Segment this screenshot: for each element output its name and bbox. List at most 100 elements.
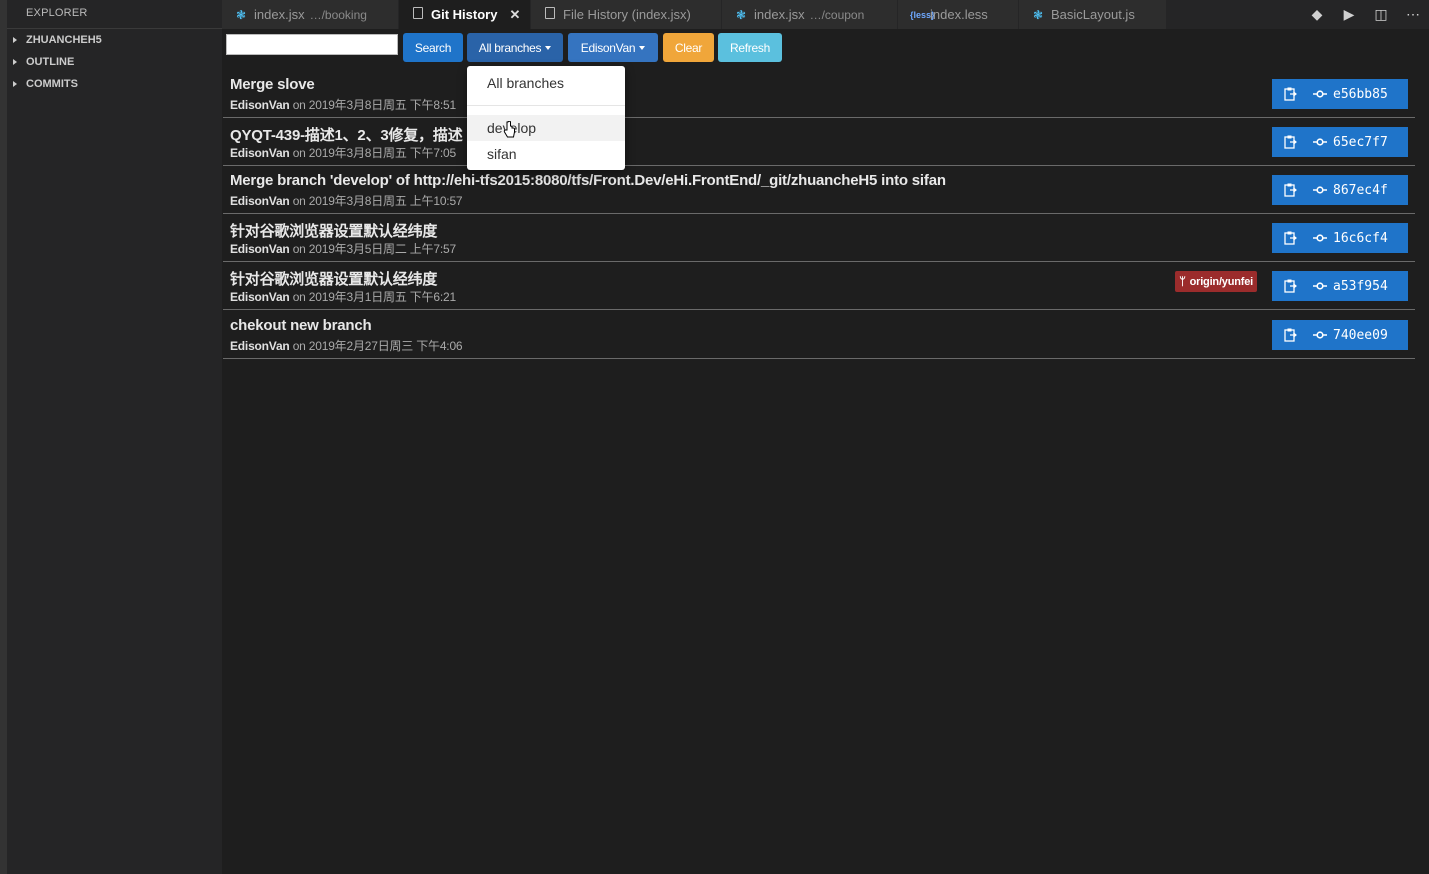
branch-select-label: All branches (478, 40, 542, 55)
commit-date: on 2019年3月5日周二 上午7:57 (292, 242, 456, 256)
tab-basiclayout-js[interactable]: ❃ BasicLayout.js (1019, 0, 1166, 29)
commit-row[interactable]: Merge slove EdisonVan on 2019年3月8日周五 下午8… (223, 70, 1415, 118)
tab-index-jsx-booking[interactable]: ❃ index.jsx …/booking (222, 0, 398, 29)
git-commit-icon (1313, 331, 1327, 339)
search-button[interactable]: Search (403, 33, 463, 62)
dropdown-item-all-branches[interactable]: All branches (467, 70, 625, 96)
tab-label: index.less (930, 7, 988, 22)
commit-hash: 867ec4f (1333, 182, 1388, 198)
commit-message: Merge slove (230, 76, 315, 93)
file-icon (543, 7, 557, 22)
commit-row[interactable]: chekout new branch EdisonVan on 2019年2月2… (223, 311, 1415, 359)
git-commit-icon (1313, 138, 1327, 146)
commit-message: 针对谷歌浏览器设置默认经纬度 (230, 271, 438, 288)
commit-meta: EdisonVan on 2019年3月5日周二 上午7:57 (230, 240, 456, 257)
chevron-right-icon (13, 81, 17, 87)
caret-down-icon (639, 45, 646, 50)
commit-hash-button[interactable]: 65ec7f7 (1272, 127, 1408, 157)
tab-bar: ❃ index.jsx …/booking Git History ✕ File… (222, 0, 1429, 29)
section-zhuancheh5[interactable]: ZHUANCHEH5 (7, 28, 222, 51)
react-icon: ❃ (235, 7, 247, 22)
commit-row[interactable]: Merge branch 'develop' of http://ehi-tfs… (223, 166, 1415, 214)
clipboard-icon[interactable] (1284, 328, 1297, 342)
react-icon: ❃ (1032, 7, 1044, 22)
dropdown-item-develop[interactable]: develop (467, 115, 625, 141)
commit-message: chekout new branch (230, 317, 372, 334)
sidebar-title: EXPLORER (26, 7, 88, 19)
git-commit-icon (1313, 186, 1327, 194)
commit-message: QYQT-439-描述1、2、3修复，描述 (230, 127, 463, 144)
commit-message: Merge branch 'develop' of http://ehi-tfs… (230, 172, 946, 189)
caret-down-icon (545, 45, 552, 50)
git-commit-icon (1313, 234, 1327, 242)
clipboard-icon[interactable] (1284, 87, 1297, 101)
section-label: ZHUANCHEH5 (26, 34, 102, 46)
commit-hash: 65ec7f7 (1333, 134, 1388, 150)
commit-hash-button[interactable]: 867ec4f (1272, 175, 1408, 205)
refresh-button[interactable]: Refresh (718, 33, 782, 62)
commit-author: EdisonVan (230, 290, 290, 304)
commit-hash-button[interactable]: 740ee09 (1272, 320, 1408, 350)
commit-hash: a53f954 (1333, 278, 1388, 294)
commit-hash-button[interactable]: a53f954 (1272, 271, 1408, 301)
commit-meta: EdisonVan on 2019年3月8日周五 下午7:05 (230, 144, 456, 161)
commit-date: on 2019年3月8日周五 上午10:57 (292, 194, 463, 208)
clipboard-icon[interactable] (1284, 183, 1297, 197)
author-select-button[interactable]: EdisonVan (568, 33, 658, 62)
less-icon: {less} (910, 9, 935, 20)
branch-dropdown-menu: All branches develop sifan (467, 66, 625, 170)
commit-row[interactable]: QYQT-439-描述1、2、3修复，描述 EdisonVan on 2019年… (223, 118, 1415, 166)
tab-label: index.jsx (754, 7, 805, 22)
tab-index-jsx-coupon[interactable]: ❃ index.jsx …/coupon (722, 0, 897, 29)
hand-cursor-icon (503, 121, 515, 138)
commit-hash-button[interactable]: e56bb85 (1272, 79, 1408, 109)
section-outline[interactable]: OUTLINE (7, 51, 222, 73)
clipboard-icon[interactable] (1284, 231, 1297, 245)
clipboard-icon[interactable] (1284, 135, 1297, 149)
commit-hash-button[interactable]: 16c6cf4 (1272, 223, 1408, 253)
activity-bar (0, 0, 7, 874)
clipboard-icon[interactable] (1284, 279, 1297, 293)
chevron-right-icon (13, 37, 17, 43)
author-select-label: EdisonVan (580, 40, 636, 55)
commit-date: on 2019年3月1日周五 下午6:21 (292, 290, 456, 304)
more-icon[interactable]: ⋯ (1397, 6, 1429, 23)
git-commit-icon (1313, 282, 1327, 290)
git-compare-icon[interactable]: ◆ (1301, 6, 1333, 23)
git-branch-icon: ᛘ (1179, 275, 1186, 288)
commit-date: on 2019年3月8日周五 下午7:05 (292, 146, 456, 160)
commit-author: EdisonVan (230, 146, 290, 160)
commit-date: on 2019年2月27日周三 下午4:06 (292, 339, 463, 353)
git-commit-icon (1313, 90, 1327, 98)
section-commits[interactable]: COMMITS (7, 73, 222, 95)
commit-meta: EdisonVan on 2019年2月27日周三 下午4:06 (230, 337, 463, 354)
dropdown-item-sifan[interactable]: sifan (467, 141, 625, 167)
tab-description: …/coupon (809, 7, 865, 22)
commit-row[interactable]: 针对谷歌浏览器设置默认经纬度 EdisonVan on 2019年3月1日周五 … (223, 262, 1415, 310)
commit-meta: EdisonVan on 2019年3月1日周五 下午6:21 (230, 288, 456, 305)
chevron-right-icon (13, 59, 17, 65)
branch-select-button[interactable]: All branches (467, 33, 563, 62)
run-icon[interactable]: ▶ (1333, 6, 1365, 23)
editor-actions: ◆ ▶ ◫ ⋯ (1301, 0, 1429, 29)
section-label: COMMITS (26, 78, 78, 90)
search-input[interactable] (226, 34, 398, 55)
clear-button[interactable]: Clear (663, 33, 714, 62)
tab-label: Git History (431, 7, 498, 22)
close-icon[interactable]: ✕ (509, 7, 520, 23)
sidebar: EXPLORER ZHUANCHEH5 OUTLINE COMMITS (7, 0, 222, 874)
commit-hash: 740ee09 (1333, 327, 1388, 343)
tab-label: index.jsx (254, 7, 305, 22)
commit-hash: 16c6cf4 (1333, 230, 1388, 246)
split-editor-icon[interactable]: ◫ (1365, 6, 1397, 23)
tab-label: BasicLayout.js (1051, 7, 1135, 22)
commit-row[interactable]: 针对谷歌浏览器设置默认经纬度 EdisonVan on 2019年3月5日周二 … (223, 214, 1415, 262)
tab-git-history[interactable]: Git History ✕ (399, 0, 530, 29)
branch-tag: ᛘ origin/yunfei (1175, 271, 1257, 292)
commit-message: 针对谷歌浏览器设置默认经纬度 (230, 223, 438, 240)
tab-index-less[interactable]: {less} index.less (898, 0, 1018, 29)
commit-meta: EdisonVan on 2019年3月8日周五 下午8:51 (230, 96, 456, 113)
commit-author: EdisonVan (230, 194, 290, 208)
tab-file-history[interactable]: File History (index.jsx) (531, 0, 721, 29)
branch-tag-label: origin/yunfei (1189, 275, 1254, 288)
